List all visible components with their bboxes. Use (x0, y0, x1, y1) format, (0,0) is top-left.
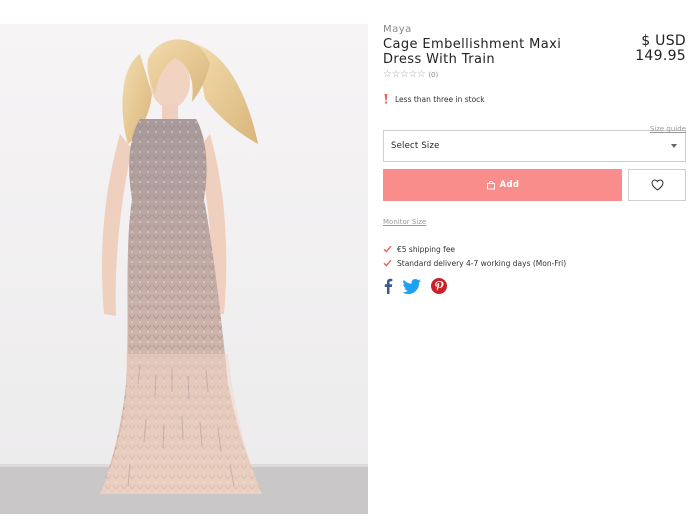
rating[interactable]: ☆☆☆☆☆ (0) (383, 69, 686, 80)
action-row: Add (383, 169, 686, 201)
benefit-text: €5 shipping fee (397, 244, 456, 254)
benefit-item: €5 shipping fee (383, 242, 686, 256)
price-block: $ USD 149.95 (635, 34, 686, 64)
product-page: Maya Cage Embellishment Maxi Dress With … (0, 0, 700, 520)
chevron-down-icon (671, 144, 677, 148)
add-button-label: Add (499, 180, 520, 190)
rating-stars: ☆☆☆☆☆ (383, 69, 426, 80)
rating-count: (0) (428, 70, 439, 79)
pinterest-icon[interactable] (431, 278, 447, 294)
wishlist-button[interactable] (628, 169, 686, 201)
bag-icon (486, 180, 495, 190)
title-row: Cage Embellishment Maxi Dress With Train… (383, 34, 686, 68)
check-icon (383, 245, 392, 253)
monitor-size-link[interactable]: Monitor Size (383, 218, 426, 226)
product-info-panel: Maya Cage Embellishment Maxi Dress With … (383, 24, 686, 294)
product-image[interactable] (0, 24, 368, 514)
stock-text: Less than three in stock (395, 94, 485, 104)
twitter-icon[interactable] (403, 278, 421, 294)
size-select-label: Select Size (391, 141, 440, 151)
add-to-bag-button[interactable]: Add (383, 169, 622, 201)
stock-indicator: Less than three in stock (383, 94, 686, 104)
check-icon (383, 259, 392, 267)
benefits-list: €5 shipping fee Standard delivery 4-7 wo… (383, 242, 686, 270)
benefit-item: Standard delivery 4-7 working days (Mon-… (383, 256, 686, 270)
dress-illustration (0, 24, 368, 514)
heart-icon (650, 179, 664, 191)
size-guide-row: Size guide (383, 116, 686, 133)
product-title: Cage Embellishment Maxi Dress With Train (383, 37, 562, 67)
size-select[interactable]: Select Size (383, 130, 686, 162)
social-share (383, 278, 686, 294)
price-currency: $ USD (641, 33, 686, 49)
exclamation-icon (384, 94, 388, 104)
facebook-icon[interactable] (383, 278, 393, 294)
price-value: 149.95 (635, 48, 686, 64)
benefit-text: Standard delivery 4-7 working days (Mon-… (397, 258, 567, 268)
size-guide-link[interactable]: Size guide (650, 125, 686, 133)
monitor-size-row: Monitor Size (383, 209, 686, 228)
